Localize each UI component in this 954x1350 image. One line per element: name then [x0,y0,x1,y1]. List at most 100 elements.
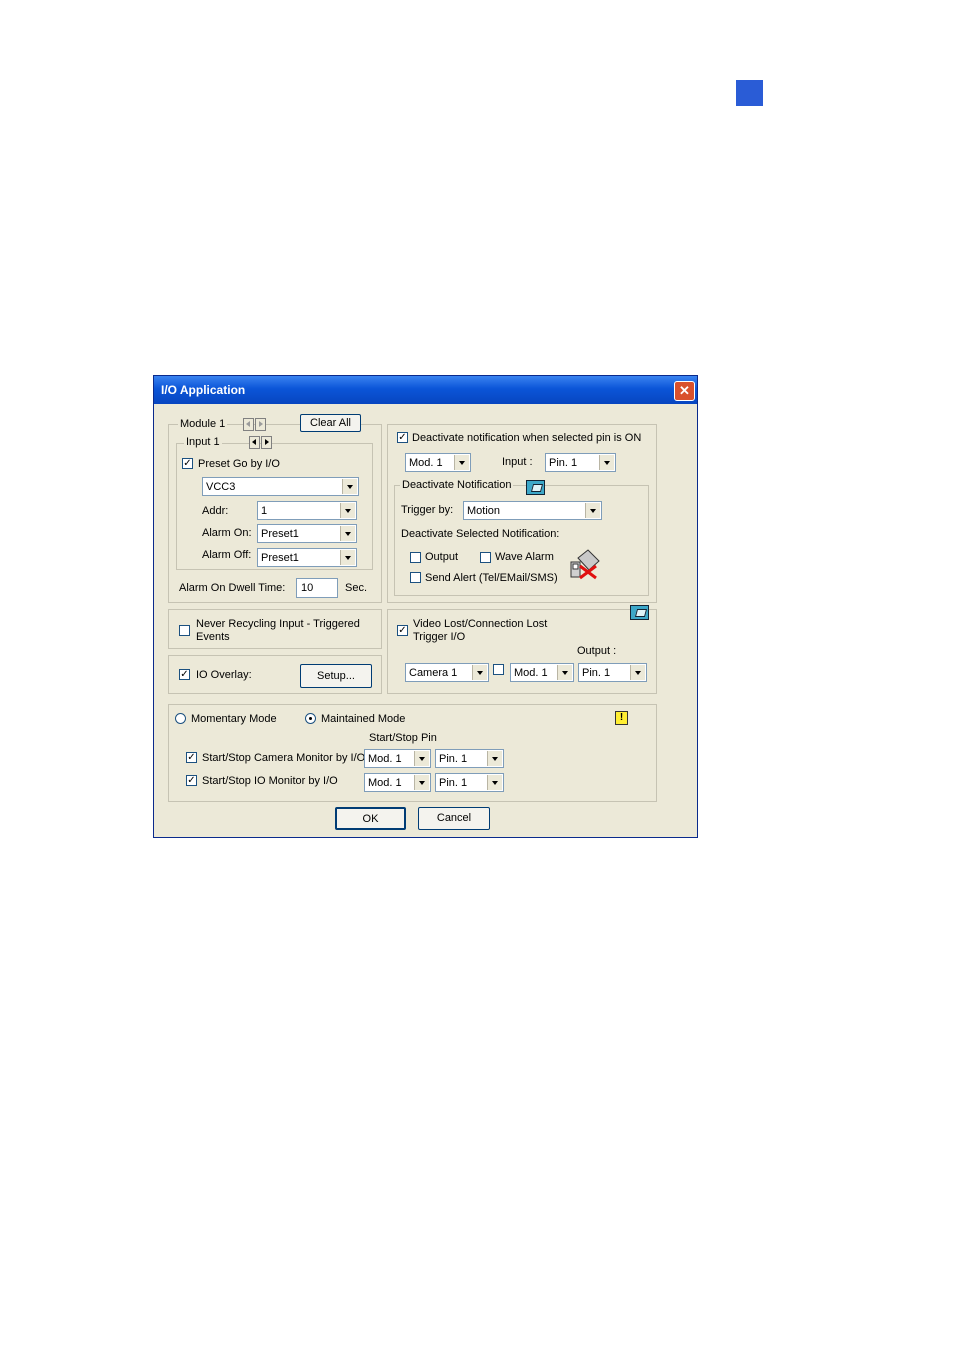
notification-settings-icon[interactable] [526,480,545,495]
output-checkbox[interactable] [410,552,421,563]
start-stop-pin-header: Start/Stop Pin [369,732,437,744]
addr-label: Addr: [202,505,229,517]
send-alert-label: Send Alert (Tel/EMail/SMS) [425,572,558,584]
module-next-icon[interactable] [255,418,266,431]
video-lost-pin-select[interactable]: Pin. 1 [578,663,647,682]
video-lost-label-2: Trigger I/O [413,631,466,643]
video-lost-settings-icon[interactable] [630,605,649,620]
chevron-down-icon [454,455,469,470]
chevron-down-icon [585,503,600,518]
video-lost-output-label: Output : [577,645,617,657]
io-monitor-pin-select[interactable]: Pin. 1 [435,773,504,792]
alarm-off-select[interactable]: Preset1 [257,548,357,567]
deactivate-mod-value: Mod. 1 [409,457,443,469]
trigger-by-select[interactable]: Motion [463,501,602,520]
io-application-dialog: I/O Application ✕ Module 1 Clear All Inp… [153,375,698,838]
input-legend: Input 1 [184,436,222,448]
video-lost-label: Video Lost/Connection Lost [413,618,548,630]
wave-alarm-label: Wave Alarm [495,551,554,563]
setup-button[interactable]: Setup... [300,664,372,688]
chevron-down-icon [487,775,502,790]
io-overlay-checkbox[interactable]: ✓ [179,669,190,680]
deactivate-mod-select[interactable]: Mod. 1 [405,453,471,472]
chevron-down-icon [630,665,645,680]
chevron-down-icon [599,455,614,470]
close-icon[interactable]: ✕ [674,381,695,401]
momentary-mode-radio[interactable] [175,713,186,724]
chevron-down-icon [340,526,355,541]
alarm-on-label: Alarm On: [202,527,252,539]
io-overlay-label: IO Overlay: [196,669,252,681]
dwell-unit-label: Sec. [345,582,368,594]
io-monitor-label: Start/Stop IO Monitor by I/O [202,775,338,787]
warning-icon: ! [615,711,628,725]
deactivate-checkbox[interactable]: ✓ [397,432,408,443]
chevron-down-icon [342,479,357,494]
camera-monitor-mod-value: Mod. 1 [368,753,402,765]
preset-go-checkbox[interactable]: ✓ [182,458,193,469]
camera-value: Camera 1 [409,667,458,679]
video-lost-pin-value: Pin. 1 [582,667,611,679]
io-monitor-pin-value: Pin. 1 [439,777,468,789]
video-lost-mod-select[interactable]: Mod. 1 [510,663,574,682]
never-recycling-label-2: Events [196,631,230,643]
io-monitor-mod-value: Mod. 1 [368,777,402,789]
send-alert-checkbox[interactable] [410,572,421,583]
deactivate-label: Deactivate notification when selected pi… [412,432,642,444]
camera-monitor-mod-select[interactable]: Mod. 1 [364,749,431,768]
deactivate-notification-legend: Deactivate Notification [400,479,514,491]
clear-all-button[interactable]: Clear All [300,414,361,432]
trigger-by-value: Motion [467,505,501,517]
video-lost-mod-value: Mod. 1 [514,667,548,679]
camera-select[interactable]: Camera 1 [405,663,489,682]
chevron-down-icon [414,775,429,790]
maintained-mode-radio[interactable] [305,713,316,724]
chevron-down-icon [487,751,502,766]
deactivate-pin-select[interactable]: Pin. 1 [545,453,616,472]
camera-monitor-pin-value: Pin. 1 [439,753,468,765]
module-legend: Module 1 [178,418,228,430]
input-next-icon[interactable] [261,436,272,449]
chevron-down-icon [557,665,572,680]
deactivate-input-label: Input : [502,456,533,468]
chevron-down-icon [340,550,355,565]
dwell-time-label: Alarm On Dwell Time: [179,582,286,594]
dialog-title: I/O Application [161,383,246,397]
alarm-on-select[interactable]: Preset1 [257,524,357,543]
device-value: VCC3 [206,481,236,493]
alarm-on-value: Preset1 [261,528,299,540]
chevron-down-icon [340,503,355,518]
chevron-down-icon [414,751,429,766]
camera-monitor-label: Start/Stop Camera Monitor by I/O [202,752,366,764]
video-lost-enable-checkbox[interactable] [493,664,504,675]
cancel-button[interactable]: Cancel [418,807,490,830]
module-prev-icon[interactable] [243,418,254,431]
never-recycling-checkbox[interactable] [179,625,190,636]
device-select[interactable]: VCC3 [202,477,359,496]
preset-go-label: Preset Go by I/O [198,458,280,470]
io-monitor-checkbox[interactable]: ✓ [186,775,197,786]
input-prev-icon[interactable] [249,436,260,449]
addr-value: 1 [261,505,268,517]
trigger-by-label: Trigger by: [401,504,454,516]
ok-button[interactable]: OK [335,807,406,830]
deactivate-selected-label: Deactivate Selected Notification: [401,528,560,540]
page-marker [736,80,763,106]
output-label: Output [425,551,459,563]
dwell-time-value: 10 [301,582,314,594]
chevron-down-icon [472,665,487,680]
video-lost-checkbox[interactable]: ✓ [397,625,408,636]
maintained-mode-label: Maintained Mode [321,713,406,725]
momentary-mode-label: Momentary Mode [191,713,277,725]
dwell-time-input[interactable]: 10 [296,578,338,598]
alarm-off-value: Preset1 [261,552,299,564]
addr-select[interactable]: 1 [257,501,357,520]
camera-monitor-checkbox[interactable]: ✓ [186,752,197,763]
title-bar: I/O Application ✕ [154,376,697,404]
camera-monitor-pin-select[interactable]: Pin. 1 [435,749,504,768]
never-recycling-label: Never Recycling Input - Triggered [196,618,360,630]
io-monitor-mod-select[interactable]: Mod. 1 [364,773,431,792]
disable-alarm-icon [570,549,600,580]
deactivate-pin-value: Pin. 1 [549,457,578,469]
wave-alarm-checkbox[interactable] [480,552,491,563]
